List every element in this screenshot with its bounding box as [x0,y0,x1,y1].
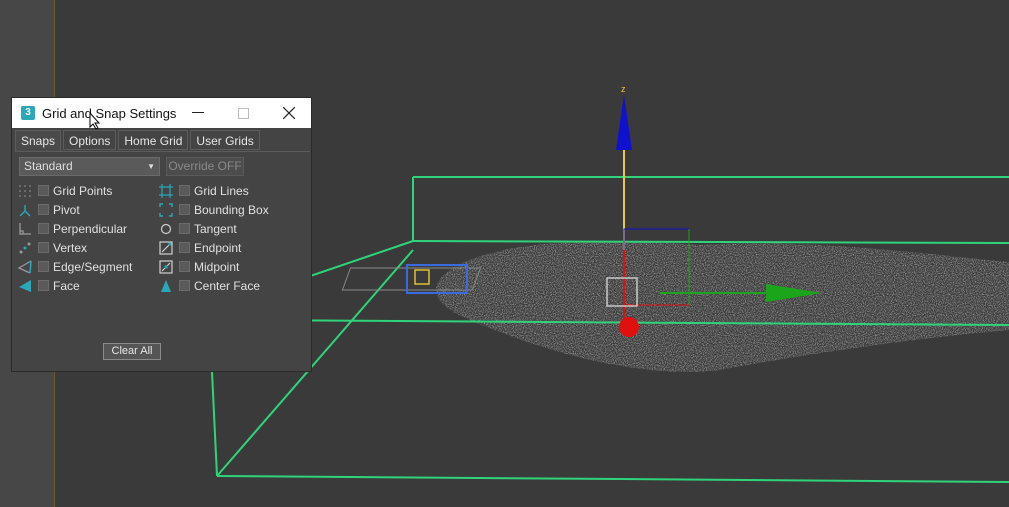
edge-segment-icon [17,259,33,275]
tangent-icon [158,221,174,237]
snap-grid-lines[interactable]: Grid Lines [158,181,249,200]
center-face-checkbox[interactable] [179,280,190,291]
snap-label: Perpendicular [53,221,128,236]
snap-label: Grid Lines [194,183,249,198]
snap-label: Pivot [53,202,80,217]
vertex-checkbox[interactable] [38,242,49,253]
snap-type-dropdown[interactable]: Standard ▼ [19,157,160,176]
grid-lines-checkbox[interactable] [179,185,190,196]
clear-all-button[interactable]: Clear All [103,343,161,360]
snap-label: Face [53,278,80,293]
snap-label: Midpoint [194,259,240,274]
face-checkbox[interactable] [38,280,49,291]
override-button: Override OFF [166,157,244,176]
minimize-icon [192,112,204,113]
grid-snap-settings-dialog: 3 Grid and Snap Settings Snaps Options H… [11,97,312,372]
grid-points-checkbox[interactable] [38,185,49,196]
snap-midpoint[interactable]: Midpoint [158,257,239,276]
edge-segment-checkbox[interactable] [38,261,49,272]
dialog-tabs: Snaps Options Home Grid User Grids [15,130,262,152]
snap-center-face[interactable]: Center Face [158,276,260,295]
snap-type-value: Standard [24,159,73,173]
snap-perpendicular[interactable]: Perpendicular [17,219,127,238]
snap-edge-segment[interactable]: Edge/Segment [17,257,132,276]
snap-vertex[interactable]: Vertex [17,238,87,257]
pivot-icon [17,202,33,218]
perpendicular-icon [17,221,33,237]
face-icon [17,278,33,294]
endpoint-icon [158,240,174,256]
point-cloud [436,241,1009,372]
grid-lines-icon [158,183,174,199]
vertex-icon [17,240,33,256]
dialog-titlebar[interactable]: 3 Grid and Snap Settings [12,98,311,130]
tangent-checkbox[interactable] [179,223,190,234]
snap-tangent[interactable]: Tangent [158,219,237,238]
perpendicular-checkbox[interactable] [38,223,49,234]
center-face-icon [158,278,174,294]
snap-label: Bounding Box [194,202,269,217]
snap-label: Vertex [53,240,88,255]
mouse-cursor-icon [89,112,101,130]
close-button[interactable] [274,102,304,124]
snap-label: Endpoint [194,240,242,255]
snap-bounding-box[interactable]: Bounding Box [158,200,269,219]
bounding-box-icon [158,202,174,218]
snap-endpoint[interactable]: Endpoint [158,238,241,257]
bounding-box-checkbox[interactable] [179,204,190,215]
midpoint-icon [158,259,174,275]
snap-pivot[interactable]: Pivot [17,200,80,219]
app-3dsmax-icon: 3 [21,106,35,120]
tab-snaps[interactable]: Snaps [15,130,62,152]
chevron-down-icon: ▼ [147,162,155,171]
snap-label: Tangent [194,221,237,236]
maximize-button [228,102,258,124]
close-icon [283,107,295,119]
endpoint-checkbox[interactable] [179,242,190,253]
tab-options[interactable]: Options [63,130,117,150]
snap-label: Edge/Segment [53,259,133,274]
pivot-checkbox[interactable] [38,204,49,215]
gizmo-z-label: z [621,84,626,94]
dialog-title: Grid and Snap Settings [42,106,177,121]
snap-face[interactable]: Face [17,276,80,295]
minimize-button[interactable] [183,102,213,124]
snap-label: Center Face [194,278,261,293]
grid-points-icon [17,183,33,199]
tab-user-grids[interactable]: User Grids [190,130,260,150]
maximize-icon [237,107,249,119]
midpoint-checkbox[interactable] [179,261,190,272]
tab-divider [15,151,310,152]
snap-grid-points[interactable]: Grid Points [17,181,112,200]
snap-label: Grid Points [53,183,113,198]
tab-home-grid[interactable]: Home Grid [118,130,189,150]
